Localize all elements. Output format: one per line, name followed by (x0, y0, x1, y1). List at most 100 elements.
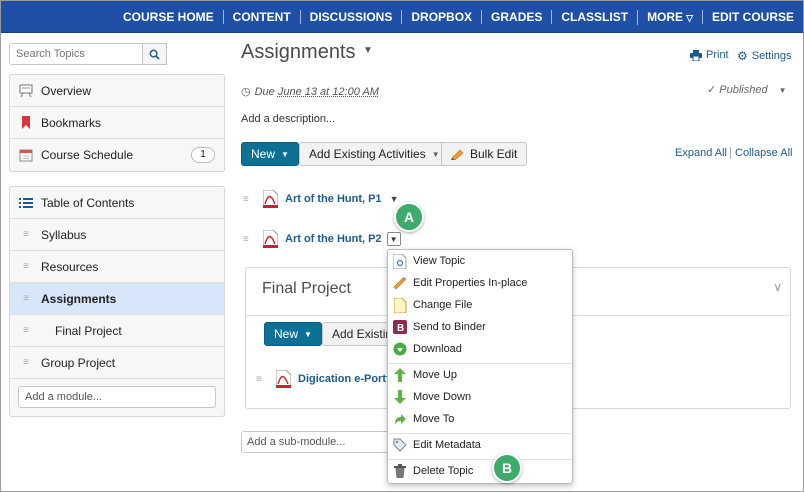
nav-edit-course[interactable]: EDIT COURSE (701, 10, 803, 24)
chevron-down-icon: ▼ (281, 149, 289, 159)
sidebar-item-bookmarks[interactable]: Bookmarks (10, 107, 224, 139)
drag-handle-icon[interactable]: ≡ (19, 325, 33, 336)
topic-title[interactable]: Art of the Hunt, P1 (285, 193, 382, 205)
sidebar-item-label: Overview (41, 83, 92, 98)
pdf-icon (263, 190, 278, 208)
menu-item-edit-metadata[interactable]: Edit Metadata (388, 434, 572, 456)
menu-item-send-to-binder[interactable]: B Send to Binder (388, 316, 572, 338)
sidebar-item-table-of-contents[interactable]: Table of Contents (10, 187, 224, 219)
published-label: Published (719, 84, 768, 96)
sidebar-item-label: Syllabus (41, 227, 87, 242)
menu-item-move-up[interactable]: Move Up (388, 364, 572, 386)
nav-dropbox[interactable]: DROPBOX (401, 10, 481, 24)
sidebar-item-label: Course Schedule (41, 148, 134, 162)
nav-discussions[interactable]: DISCUSSIONS (299, 10, 402, 24)
menu-item-edit-properties[interactable]: Edit Properties In-place (388, 272, 572, 294)
bulk-edit-label: Bulk Edit (470, 147, 518, 161)
due-date-value[interactable]: June 13 at 12:00 AM (278, 86, 379, 98)
nav-grades[interactable]: GRADES (481, 10, 551, 24)
print-label: Print (706, 49, 729, 61)
calendar-icon (19, 148, 33, 162)
sidebar-item-assignments[interactable]: ≡ Assignments (10, 283, 224, 315)
menu-item-label: Download (413, 343, 462, 355)
sidebar-item-course-schedule[interactable]: Course Schedule 1 (10, 139, 224, 171)
count-badge: 1 (191, 147, 215, 163)
topic-title[interactable]: Digication e-Portf (298, 373, 390, 385)
add-module-input[interactable]: Add a module... (18, 386, 216, 408)
chevron-down-icon: ▼ (431, 149, 440, 159)
menu-item-move-to[interactable]: Move To (388, 408, 572, 430)
menu-item-label: Move To (413, 413, 455, 425)
chevron-down-icon: ▼ (304, 329, 312, 339)
drag-handle-icon[interactable]: ≡ (19, 261, 33, 272)
drag-handle-icon[interactable]: ≡ (243, 234, 255, 245)
submodule-title[interactable]: Final Project (262, 280, 351, 298)
check-icon: ✓ (707, 84, 717, 96)
sidebar-top-group: Overview Bookmarks Course Schedule 1 (9, 74, 225, 172)
menu-item-delete-topic[interactable]: Delete Topic (388, 460, 572, 482)
menu-item-label: Change File (413, 299, 473, 311)
printer-icon (690, 49, 702, 61)
sidebar-item-label: Bookmarks (41, 115, 102, 130)
download-icon (392, 341, 408, 357)
drag-handle-icon[interactable]: ≡ (19, 293, 33, 304)
topic-row[interactable]: ≡ Art of the Hunt, P2 ▼ (243, 230, 401, 248)
nav-more[interactable]: MORE ▽ (637, 9, 702, 25)
settings-link[interactable]: ⚙ Settings (737, 49, 792, 63)
new-button[interactable]: New ▼ (241, 142, 299, 166)
bulk-edit-button[interactable]: Bulk Edit (441, 142, 528, 166)
submodule-add-existing-button[interactable]: Add Existing (322, 322, 392, 346)
overview-icon (19, 84, 33, 98)
sidebar-item-label: Final Project (55, 323, 122, 338)
add-existing-label: Add Existing (332, 327, 391, 341)
menu-item-label: Edit Metadata (413, 439, 481, 451)
nav-content[interactable]: CONTENT (222, 10, 300, 24)
trash-icon (392, 463, 408, 479)
menu-item-view-topic[interactable]: View Topic (388, 250, 572, 272)
chevron-down-icon[interactable]: ▼ (390, 194, 399, 204)
pdf-icon (276, 370, 291, 388)
view-topic-icon (392, 253, 408, 269)
sidebar-item-resources[interactable]: ≡ Resources (10, 251, 224, 283)
menu-item-move-down[interactable]: Move Down (388, 386, 572, 408)
drag-handle-icon[interactable]: ≡ (19, 229, 33, 240)
topic-title[interactable]: Art of the Hunt, P2 (285, 233, 382, 245)
topic-menu-toggle[interactable]: ▼ (386, 232, 401, 246)
top-navbar: COURSE HOME CONTENT DISCUSSIONS DROPBOX … (1, 1, 803, 33)
menu-item-label: Delete Topic (413, 465, 474, 477)
search-button[interactable] (142, 43, 167, 65)
nav-course-home[interactable]: COURSE HOME (114, 10, 223, 24)
nav-more-label: MORE (647, 9, 684, 24)
add-existing-activities-button[interactable]: Add Existing Activities ▼ (299, 142, 450, 166)
list-icon (19, 196, 33, 210)
drag-handle-icon[interactable]: ≡ (19, 357, 33, 368)
published-status[interactable]: ✓ Published ▼ (707, 83, 787, 96)
sidebar-item-overview[interactable]: Overview (10, 75, 224, 107)
expand-all-link[interactable]: Expand All (675, 147, 727, 159)
add-submodule-input[interactable]: Add a sub-module... (241, 431, 390, 453)
collapse-all-link[interactable]: Collapse All (730, 147, 792, 159)
pencil-icon (392, 275, 408, 291)
print-link[interactable]: Print (690, 49, 729, 61)
menu-item-download[interactable]: Download (388, 338, 572, 360)
sidebar-item-syllabus[interactable]: ≡ Syllabus (10, 219, 224, 251)
collapse-chevron-icon[interactable]: ∨ (773, 280, 782, 294)
chevron-down-icon[interactable]: ▼ (363, 45, 373, 56)
add-description-link[interactable]: Add a description... (241, 113, 335, 125)
add-existing-label: Add Existing Activities (309, 147, 426, 161)
move-to-icon (392, 411, 408, 427)
drag-handle-icon[interactable]: ≡ (256, 374, 268, 385)
drag-handle-icon[interactable]: ≡ (243, 194, 255, 205)
callout-marker-a: A (394, 202, 424, 232)
nav-classlist[interactable]: CLASSLIST (551, 10, 637, 24)
submodule-new-button[interactable]: New ▼ (264, 322, 322, 346)
sidebar-item-final-project[interactable]: ≡ Final Project (10, 315, 224, 347)
due-date: ◷ Due June 13 at 12:00 AM (241, 85, 379, 99)
topic-row[interactable]: ≡ Digication e-Portf (256, 370, 390, 388)
topic-row[interactable]: ≡ Art of the Hunt, P1 ▼ (243, 190, 398, 208)
menu-item-change-file[interactable]: Change File (388, 294, 572, 316)
sidebar-item-label: Resources (41, 259, 99, 274)
page-title: Assignments (241, 41, 356, 63)
sidebar-item-group-project[interactable]: ≡ Group Project (10, 347, 224, 379)
new-label: New (251, 147, 276, 161)
